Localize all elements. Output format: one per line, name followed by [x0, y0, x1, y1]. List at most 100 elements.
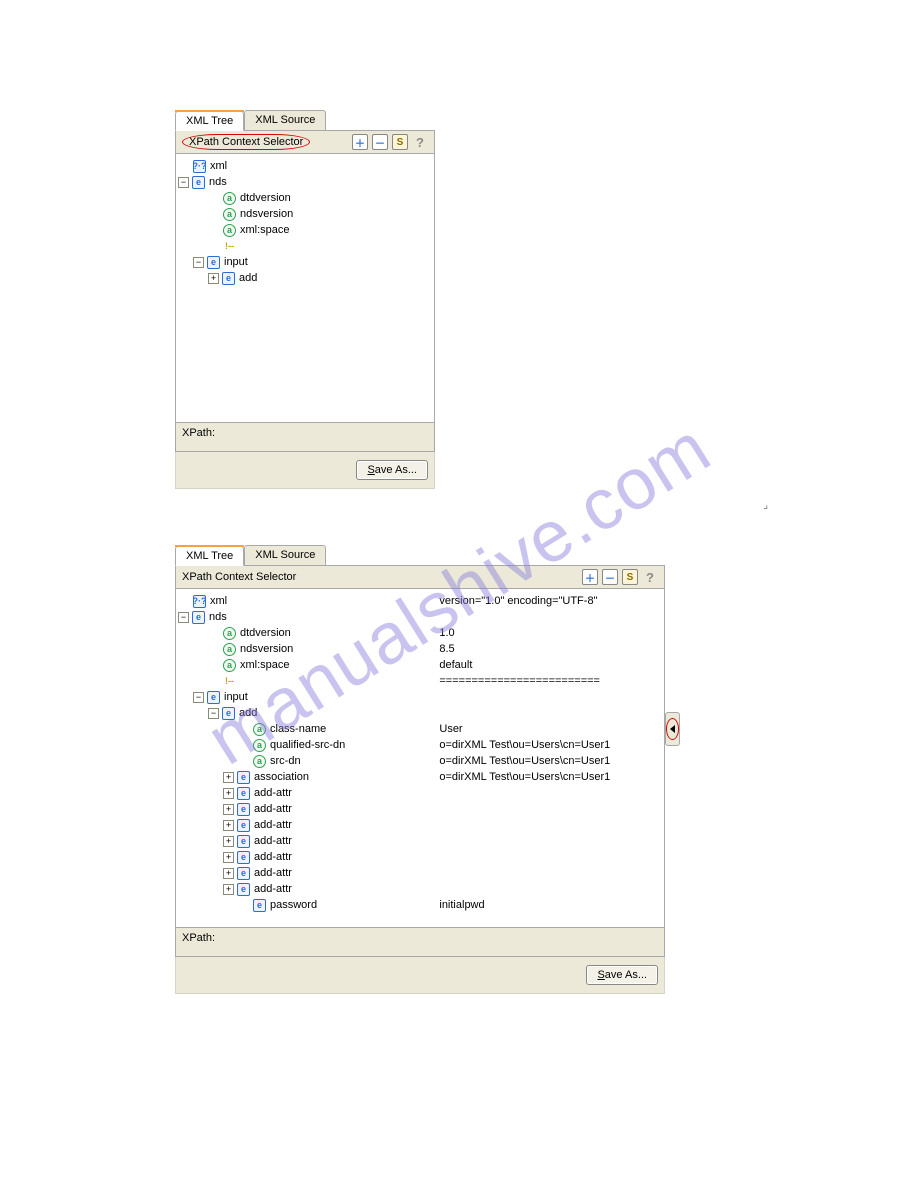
s-button[interactable]: S — [622, 569, 638, 585]
element-icon: e — [222, 707, 235, 720]
tree-row[interactable]: +eadd — [178, 270, 432, 286]
tree-row[interactable]: a dtdversion — [178, 190, 432, 206]
tab-xml-tree[interactable]: XML Tree — [175, 546, 244, 566]
tree-node-label: add-attr — [254, 801, 292, 817]
tree-node-label: add-attr — [254, 881, 292, 897]
expand-icon[interactable]: + — [223, 852, 234, 863]
tree-row[interactable]: +eadd-attr — [178, 849, 662, 865]
tree-row[interactable]: +e add-attr — [178, 801, 662, 817]
tree-node-label: nds — [209, 174, 227, 190]
tree-node-value: o=dirXML Test\ou=Users\cn=User1 — [439, 769, 662, 785]
comment-icon: !-- — [223, 675, 236, 688]
element-icon: e — [237, 787, 250, 800]
tree-row[interactable]: !-- ========================= — [178, 673, 662, 689]
attribute-icon: a — [223, 643, 236, 656]
expand-all-button[interactable]: ＋ — [352, 134, 368, 150]
tree-row[interactable]: +eadd-attr — [178, 881, 662, 897]
tree-node-value: initialpwd — [439, 897, 662, 913]
expand-icon[interactable]: + — [223, 868, 234, 879]
tree-row[interactable]: epasswordinitialpwd — [178, 897, 662, 913]
s-button[interactable]: S — [392, 134, 408, 150]
expand-icon[interactable]: + — [223, 884, 234, 895]
tree-row[interactable]: !-- — [178, 238, 432, 254]
expand-icon[interactable]: + — [223, 804, 234, 815]
declaration-icon: ?·? — [193, 160, 206, 173]
tree-row[interactable]: andsversion8.5 — [178, 641, 662, 657]
save-as-label-rest: ave As... — [375, 464, 417, 476]
tree-node-value: ========================= — [439, 673, 662, 689]
tree-row[interactable]: +eadd-attr — [178, 865, 662, 881]
tree-row[interactable]: adtdversion1.0 — [178, 625, 662, 641]
tree-node-label: dtdversion — [240, 190, 291, 206]
tree-view[interactable]: ?·? xml version="1.0" encoding="UTF-8"−end… — [175, 588, 665, 928]
tree-view[interactable]: ?·?xml−endsadtdversionandsversionaxml:sp… — [175, 153, 435, 423]
attribute-icon: a — [223, 627, 236, 640]
tree-row[interactable]: ?·?xml — [178, 158, 432, 174]
tree-node-label: xml — [210, 593, 227, 609]
save-as-button[interactable]: Save As... — [356, 460, 428, 480]
attribute-icon: a — [223, 208, 236, 221]
collapse-all-button[interactable]: － — [372, 134, 388, 150]
chevron-left-icon — [670, 725, 675, 733]
save-as-button[interactable]: Save As... — [586, 965, 658, 985]
element-icon: e — [237, 803, 250, 816]
tree-row[interactable]: axml:spacedefault — [178, 657, 662, 673]
help-icon[interactable]: ? — [642, 569, 658, 585]
tree-node-label: src-dn — [270, 753, 301, 769]
collapse-icon[interactable]: − — [193, 692, 204, 703]
collapse-icon[interactable]: − — [178, 177, 189, 188]
attribute-icon: a — [223, 192, 236, 205]
tree-node-value: o=dirXML Test\ou=Users\cn=User1 — [439, 753, 662, 769]
resize-corner-icon[interactable]: ⌟ — [763, 500, 768, 511]
tree-node-value: version="1.0" encoding="UTF-8" — [439, 593, 662, 609]
tree-row[interactable]: asrc-dno=dirXML Test\ou=Users\cn=User1 — [178, 753, 662, 769]
expand-icon[interactable]: + — [208, 273, 219, 284]
element-icon: e — [222, 272, 235, 285]
help-icon[interactable]: ? — [412, 134, 428, 150]
tree-row[interactable]: andsversion — [178, 206, 432, 222]
tree-row[interactable]: −eadd — [178, 705, 662, 721]
tree-row[interactable]: +eadd-attr — [178, 833, 662, 849]
bottom-bar: Save As... — [175, 452, 435, 489]
collapse-icon[interactable]: − — [208, 708, 219, 719]
expand-icon[interactable]: + — [223, 820, 234, 831]
tree-row[interactable]: −ends — [178, 174, 432, 190]
tree-node-label: input — [224, 254, 248, 270]
tree-node-label: add-attr — [254, 817, 292, 833]
expand-side-handle-ring — [666, 718, 679, 740]
tree-row[interactable]: −einput — [178, 254, 432, 270]
tree-row[interactable]: aclass-nameUser — [178, 721, 662, 737]
collapse-icon[interactable]: − — [193, 257, 204, 268]
declaration-icon: ?·? — [193, 595, 206, 608]
element-icon: e — [192, 611, 205, 624]
tree-node-label: add — [239, 705, 257, 721]
tree-row[interactable]: aqualified-src-dno=dirXML Test\ou=Users\… — [178, 737, 662, 753]
expand-icon[interactable]: + — [223, 836, 234, 847]
collapse-all-button[interactable]: － — [602, 569, 618, 585]
tree-row[interactable]: ?·? xml version="1.0" encoding="UTF-8" — [178, 593, 662, 609]
tab-xml-source[interactable]: XML Source — [244, 545, 326, 565]
tree-row[interactable]: axml:space — [178, 222, 432, 238]
xpath-context-selector-label: XPath Context Selector — [182, 134, 310, 150]
tree-node-label: xml:space — [240, 657, 290, 673]
comment-icon: !-- — [223, 240, 236, 253]
element-icon: e — [192, 176, 205, 189]
tree-row[interactable]: +eadd-attr — [178, 785, 662, 801]
element-icon: e — [237, 819, 250, 832]
tree-node-value: o=dirXML Test\ou=Users\cn=User1 — [439, 737, 662, 753]
expand-side-handle[interactable] — [665, 712, 680, 746]
save-as-label-rest: ave As... — [605, 969, 647, 981]
xpath-context-selector-label: XPath Context Selector — [182, 571, 296, 583]
expand-icon[interactable]: + — [223, 788, 234, 799]
tree-row[interactable]: +e add-attr — [178, 817, 662, 833]
element-icon: e — [207, 256, 220, 269]
tree-node-label: qualified-src-dn — [270, 737, 345, 753]
tab-xml-source[interactable]: XML Source — [244, 110, 326, 130]
tree-row[interactable]: +eassociationo=dirXML Test\ou=Users\cn=U… — [178, 769, 662, 785]
tree-row[interactable]: −ends — [178, 609, 662, 625]
expand-all-button[interactable]: ＋ — [582, 569, 598, 585]
collapse-icon[interactable]: − — [178, 612, 189, 623]
tree-row[interactable]: −einput — [178, 689, 662, 705]
tab-xml-tree[interactable]: XML Tree — [175, 111, 244, 131]
expand-icon[interactable]: + — [223, 772, 234, 783]
